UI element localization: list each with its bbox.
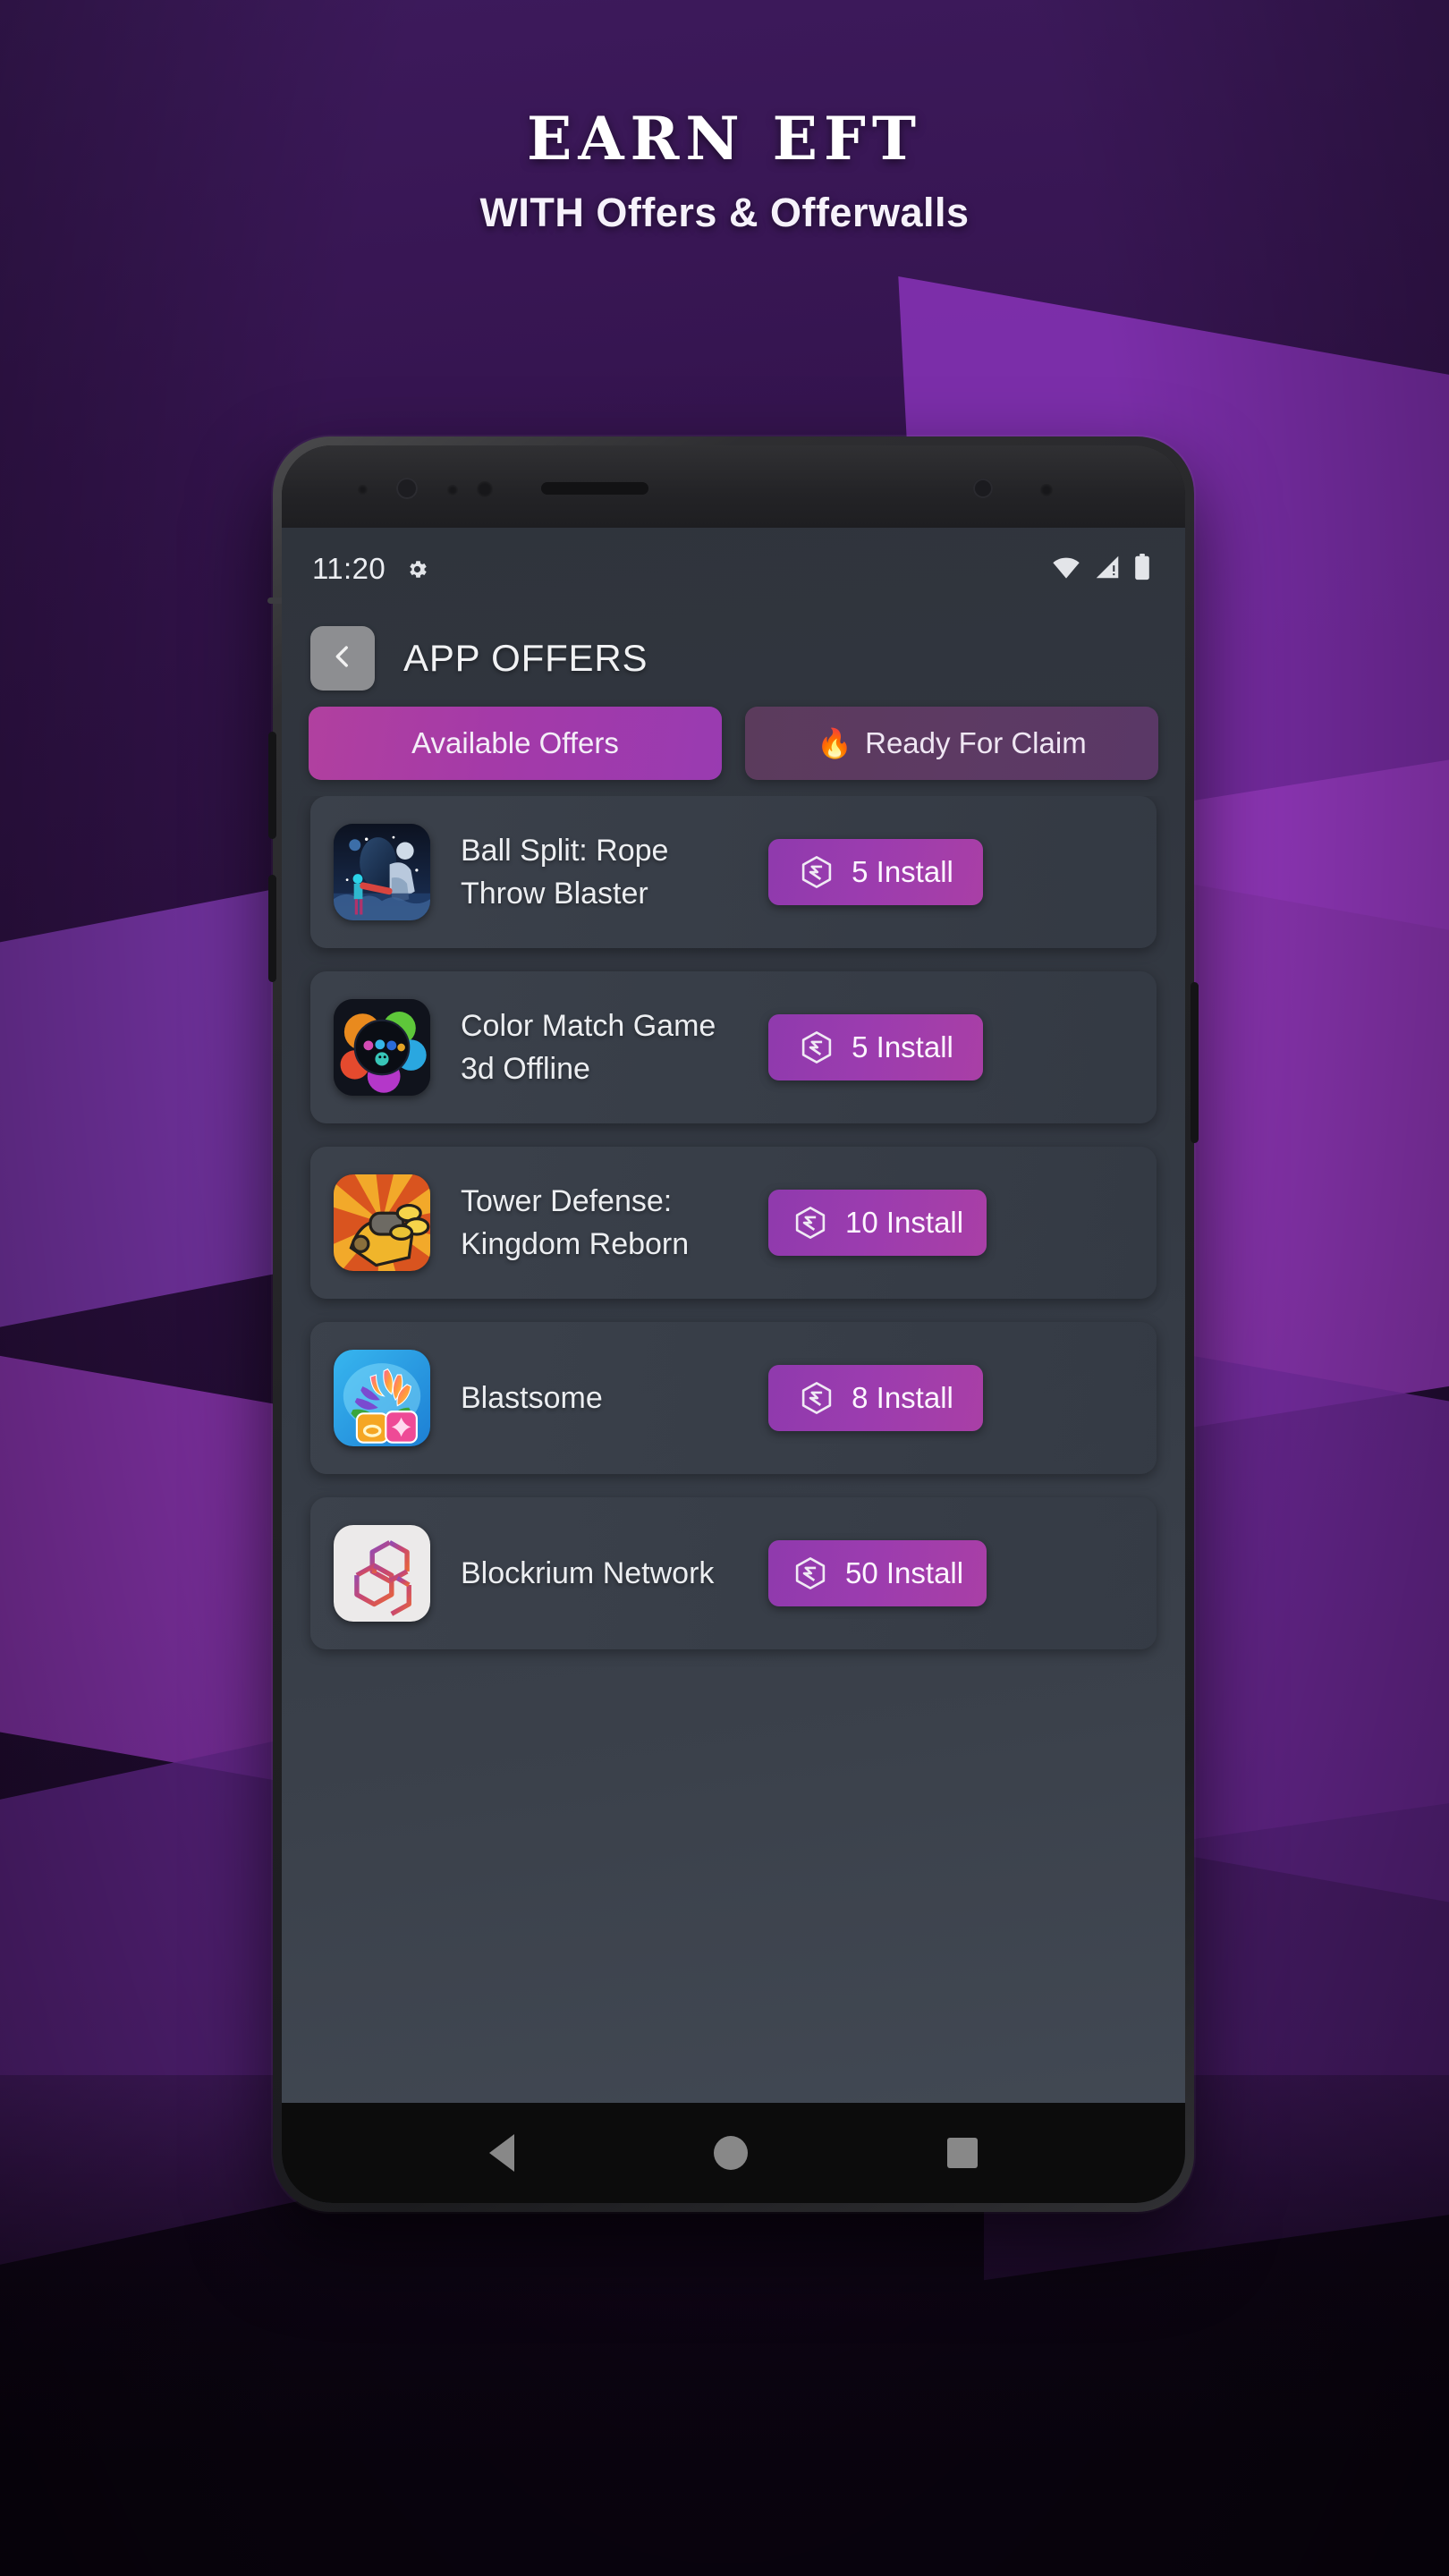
earpiece-speaker (541, 482, 648, 495)
fire-icon: 🔥 (817, 727, 853, 759)
blockrium-app-icon (334, 1525, 430, 1622)
gear-icon (405, 557, 429, 581)
tab-label: Available Offers (411, 726, 619, 759)
offer-row[interactable]: Color Match Game 3d Offline 5 Install (310, 971, 1157, 1123)
install-button[interactable]: 5 Install (768, 1014, 983, 1080)
eft-coin-logo-icon (792, 1555, 829, 1592)
status-bar: 11:20 (282, 528, 1185, 610)
phone-mockup: 11:20 APP OFFERS Available Offers 🔥 Read… (267, 436, 1199, 2212)
blastsome-app-icon (334, 1350, 430, 1446)
offer-row[interactable]: Blockrium Network 50 Install (310, 1497, 1157, 1649)
cellular-signal-icon (1094, 555, 1121, 584)
offer-list[interactable]: Ball Split: Rope Throw Blaster 5 Install (282, 796, 1185, 2103)
eft-coin-logo-icon (798, 853, 835, 891)
android-navigation-bar (282, 2103, 1185, 2203)
tab-ready-for-claim[interactable]: 🔥 Ready For Claim (745, 707, 1158, 780)
offer-row[interactable]: Tower Defense: Kingdom Reborn 10 Install (310, 1147, 1157, 1299)
install-button[interactable]: 8 Install (768, 1365, 983, 1431)
offer-name: Ball Split: Rope Throw Blaster (461, 833, 669, 911)
app-header: APP OFFERS (282, 610, 1185, 707)
sensor-icon (447, 485, 458, 496)
offer-name: Blockrium Network (461, 1555, 715, 1590)
app-screen: 11:20 APP OFFERS Available Offers 🔥 Read… (282, 528, 1185, 2203)
promo-title: EARN EFT (527, 104, 922, 174)
install-button[interactable]: 10 Install (768, 1190, 987, 1256)
status-bar-left: 11:20 (312, 552, 429, 586)
tab-bar: Available Offers 🔥 Ready For Claim (282, 707, 1185, 796)
tab-available-offers[interactable]: Available Offers (309, 707, 722, 780)
back-button[interactable] (310, 626, 375, 691)
tab-label: Ready For Claim (865, 726, 1087, 759)
sensor-icon (1040, 484, 1053, 496)
ball-split-app-icon (334, 824, 430, 920)
color-match-app-icon (334, 999, 430, 1096)
tower-defense-app-icon (334, 1174, 430, 1271)
battery-icon (1133, 553, 1151, 585)
camera-lens-icon (396, 478, 418, 499)
eft-coin-logo-icon (798, 1379, 835, 1417)
install-label: 10 Install (845, 1206, 964, 1239)
phone-volume-down-button[interactable] (268, 875, 276, 982)
phone-screen-frame: 11:20 APP OFFERS Available Offers 🔥 Read… (282, 445, 1185, 2203)
offer-name: Blastsome (461, 1380, 603, 1415)
install-label: 5 Install (852, 855, 953, 888)
install-label: 8 Install (852, 1381, 953, 1414)
offer-name: Tower Defense: Kingdom Reborn (461, 1183, 690, 1261)
phone-power-button[interactable] (1191, 982, 1199, 1143)
promo-heading-block: EARN EFT WITH Offers & Offerwalls (0, 104, 1449, 236)
chevron-left-icon (327, 641, 358, 676)
nav-back-icon[interactable] (488, 2134, 514, 2172)
eft-coin-logo-icon (798, 1029, 835, 1066)
wifi-icon (1051, 555, 1081, 584)
promo-stage: EARN EFT WITH Offers & Offerwalls 11:20 … (0, 0, 1449, 2576)
nav-home-icon[interactable] (713, 2136, 748, 2170)
sensor-icon (358, 485, 368, 495)
camera-lens-icon (973, 479, 993, 498)
phone-volume-up-button[interactable] (268, 732, 276, 839)
promo-subtitle: WITH Offers & Offerwalls (479, 190, 970, 235)
offer-row[interactable]: Blastsome 8 Install (310, 1322, 1157, 1474)
eft-coin-logo-icon (792, 1204, 829, 1241)
install-label: 5 Install (852, 1030, 953, 1063)
install-label: 50 Install (845, 1556, 964, 1589)
install-button[interactable]: 50 Install (768, 1540, 987, 1606)
nav-recents-icon[interactable] (947, 2138, 979, 2168)
offer-row[interactable]: Ball Split: Rope Throw Blaster 5 Install (310, 796, 1157, 948)
status-bar-clock: 11:20 (312, 552, 386, 585)
status-bar-right (1051, 553, 1151, 585)
install-button[interactable]: 5 Install (768, 839, 983, 905)
offer-name: Color Match Game 3d Offline (461, 1008, 716, 1086)
sensor-icon (477, 481, 493, 497)
phone-camera-bezel (282, 445, 1185, 528)
page-title: APP OFFERS (403, 637, 648, 679)
